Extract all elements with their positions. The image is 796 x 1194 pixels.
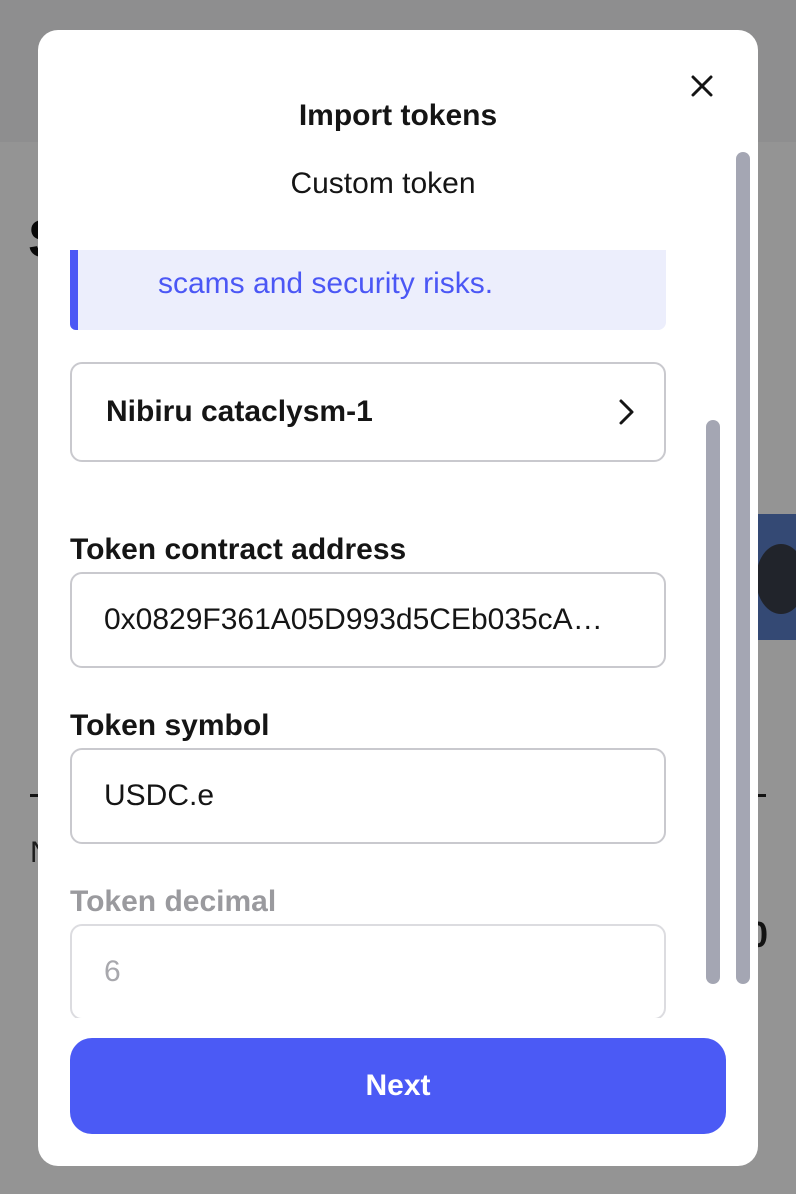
inner-scrollbar[interactable] (706, 420, 720, 984)
chevron-right-icon (619, 399, 634, 425)
chain-selector-label: Nibiru cataclysm-1 (106, 395, 373, 428)
token-decimal-field-box (70, 924, 666, 1018)
modal-title: Import tokens (298, 99, 498, 132)
contract-address-field-box (70, 572, 666, 668)
token-symbol-label: Token symbol (70, 709, 270, 742)
token-decimal-label: Token decimal (70, 885, 277, 918)
warning-text: scams and security risks. (158, 267, 494, 300)
token-symbol-field-box (70, 748, 666, 844)
token-symbol-input[interactable] (104, 750, 634, 842)
chain-selector[interactable]: Nibiru cataclysm-1 (70, 362, 666, 462)
token-decimal-input (104, 926, 634, 1018)
close-icon (691, 75, 713, 97)
outer-scrollbar[interactable] (736, 152, 750, 984)
section-title: Custom token (290, 167, 476, 200)
next-button[interactable]: Next (70, 1038, 726, 1134)
import-tokens-modal: Import tokens Custom token scams and sec… (38, 30, 758, 1166)
close-button[interactable] (684, 68, 720, 104)
warning-banner: scams and security risks. (70, 250, 666, 330)
warning-accent-bar (70, 250, 78, 330)
contract-address-input[interactable] (104, 574, 634, 666)
form-scroll-area[interactable]: scams and security risks. Nibiru catacly… (38, 248, 758, 1018)
contract-address-label: Token contract address (70, 533, 407, 566)
